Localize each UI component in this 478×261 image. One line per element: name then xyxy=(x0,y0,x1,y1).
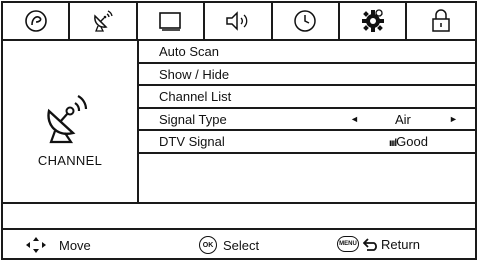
menu-item-label: DTV Signal xyxy=(159,134,225,149)
tab-screen[interactable] xyxy=(138,3,206,39)
left-arrow-icon[interactable]: ◄ xyxy=(350,109,359,130)
menu-item-label: Show / Hide xyxy=(159,66,230,82)
menu-tab-bar xyxy=(3,3,475,41)
dtv-signal-value: ııılGood xyxy=(389,131,428,154)
right-arrow-icon[interactable]: ► xyxy=(449,109,458,130)
channel-menu-list: Auto Scan Show / Hide Channel List Signa… xyxy=(139,41,475,175)
tab-sound[interactable] xyxy=(205,3,273,39)
category-panel: CHANNEL xyxy=(3,41,139,202)
info-band xyxy=(3,202,475,230)
picture-icon xyxy=(24,10,47,32)
tab-picture[interactable] xyxy=(3,3,71,39)
menu-button-icon: MENU xyxy=(337,236,359,252)
menu-item-auto-scan[interactable]: Auto Scan xyxy=(139,41,475,64)
menu-item-label: Signal Type xyxy=(159,111,227,127)
satellite-dish-icon xyxy=(47,95,88,144)
menu-item-empty xyxy=(139,154,475,175)
menu-item-signal-type[interactable]: Signal Type ◄ Air ► xyxy=(139,109,475,131)
select-label: Select xyxy=(223,237,260,253)
category-label: CHANNEL xyxy=(37,153,103,168)
ok-button-icon: OK xyxy=(199,236,217,254)
screen-icon xyxy=(159,12,182,31)
hint-return: MENU Return xyxy=(337,236,420,252)
lock-icon xyxy=(432,9,450,32)
clock-icon xyxy=(294,10,316,32)
menu-item-label: Auto Scan xyxy=(159,44,219,59)
return-arrow-icon xyxy=(363,238,377,251)
hint-select: OK Select xyxy=(199,236,259,254)
return-label: Return xyxy=(381,236,421,252)
tab-setup[interactable] xyxy=(340,3,408,39)
dpad-icon xyxy=(26,237,46,253)
signal-quality-text: Good xyxy=(396,134,428,149)
channel-menu-window: CHANNEL Auto Scan Show / Hide Channel Li… xyxy=(1,1,477,260)
move-label: Move xyxy=(59,237,91,253)
sound-icon xyxy=(226,11,248,31)
menu-item-show-hide[interactable]: Show / Hide xyxy=(139,64,475,86)
signal-type-value: Air xyxy=(395,111,411,127)
menu-item-channel-list[interactable]: Channel List xyxy=(139,86,475,109)
tab-lock[interactable] xyxy=(407,3,474,39)
setup-gear-icon xyxy=(361,9,384,32)
footer-hints: Move OK Select MENU Return xyxy=(3,230,475,260)
hint-move: Move xyxy=(25,236,91,254)
tab-channel[interactable] xyxy=(70,3,138,39)
menu-item-dtv-signal[interactable]: DTV Signal ııılGood xyxy=(139,131,475,154)
channel-dish-icon xyxy=(94,10,113,32)
tab-time[interactable] xyxy=(273,3,340,39)
menu-item-label: Channel List xyxy=(159,89,232,104)
